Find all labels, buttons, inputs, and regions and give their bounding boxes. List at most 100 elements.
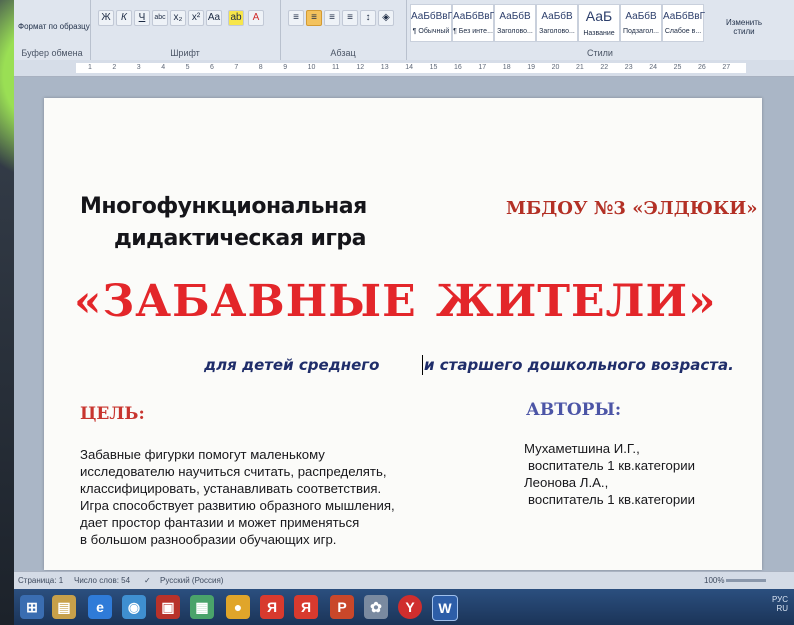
line-spacing-icon[interactable]: ↕ (360, 10, 376, 26)
style-no-spacing[interactable]: АаБбВвГ ¶ Без инте... (452, 4, 495, 42)
style-name: Заголово... (497, 28, 533, 35)
authors-text: Мухаметшина И.Г., воспитатель 1 кв.катег… (524, 440, 695, 508)
ruler-tick: 10 (307, 64, 316, 71)
title-line-2: дидактическая игра (114, 226, 367, 251)
yandex-icon[interactable]: Я (260, 595, 284, 619)
zoom-level[interactable]: 100% (704, 576, 724, 585)
status-word-count[interactable]: Число слов: 54 (74, 576, 130, 585)
align-left-icon[interactable]: ≡ (288, 10, 304, 26)
ruler-tick: 22 (600, 64, 609, 71)
ruler-tick: 5 (185, 64, 190, 71)
goal-line: исследователю научиться считать, распред… (80, 464, 387, 479)
ruler-tick: 7 (234, 64, 239, 71)
style-heading-2[interactable]: АаБбВ Заголово... (536, 4, 578, 42)
justify-icon[interactable]: ≡ (342, 10, 358, 26)
ruler-tick: 24 (649, 64, 657, 71)
ruler-tick: 21 (576, 64, 584, 71)
ruler-tick: 1 (88, 64, 92, 71)
language-icon[interactable]: ✓ (144, 576, 151, 585)
ruler-tick: 26 (698, 64, 706, 71)
yandex-app-icon[interactable]: Y (398, 595, 422, 619)
internet-explorer-icon[interactable]: e (88, 595, 112, 619)
font-group: Ж К Ч abc x₂ x² Aa ab A Шрифт (90, 0, 281, 60)
input-region: RU (776, 604, 788, 613)
goal-line: дает простор фантазии и может применятьс… (80, 515, 360, 530)
style-name: ¶ Обычный (412, 28, 450, 35)
subscript-button[interactable]: x₂ (170, 10, 186, 26)
underline-button[interactable]: Ч (134, 10, 150, 26)
style-name: Заголово... (539, 28, 575, 35)
status-page[interactable]: Страница: 1 (18, 576, 63, 585)
school-name: МБДОУ №3 «ЭЛДЮКИ» (506, 198, 758, 219)
ruler-tick: 6 (210, 64, 214, 71)
styles-group: АаБбВвГ ¶ Обычный АаБбВвГ ¶ Без инте... Аа… (406, 0, 794, 60)
shading-icon[interactable]: ◈ (378, 10, 394, 26)
ruler-tick: 8 (258, 64, 263, 71)
app-icon[interactable]: ▣ (156, 595, 180, 619)
align-center-icon[interactable]: ≡ (306, 10, 322, 26)
ruler-tick: 19 (527, 64, 535, 71)
change-case-button[interactable]: Aa (206, 10, 222, 26)
author-line: воспитатель 1 кв.категории (528, 458, 695, 473)
settings-icon[interactable]: ✿ (364, 595, 388, 619)
strikethrough-button[interactable]: abc (152, 10, 168, 26)
zoom-slider[interactable] (726, 579, 766, 582)
style-heading-1[interactable]: АаБбВ Заголово... (494, 4, 536, 42)
clipboard-group-label: Буфер обмена (21, 48, 83, 58)
author-line: Мухаметшина И.Г., (524, 441, 640, 456)
game-title-right: ЖИТЕЛИ» (436, 276, 717, 327)
goal-text: Забавные фигурки помогут маленькому иссл… (80, 446, 395, 548)
document-page[interactable]: Многофункциональная дидактическая игра М… (44, 98, 762, 570)
bold-button[interactable]: Ж (98, 10, 114, 26)
taskbar: ⊞ ▤ e ◉ ▣ ▦ ● Я Я P ✿ Y W РУС RU (14, 589, 794, 625)
italic-button[interactable]: К (116, 10, 132, 26)
word-icon[interactable]: W (432, 595, 458, 621)
style-subtitle[interactable]: АаБбВ Подзагол... (620, 4, 662, 42)
ruler-tick: 25 (673, 64, 682, 71)
style-title[interactable]: АаБ Название (578, 4, 620, 42)
ruler-tick: 11 (332, 64, 340, 71)
ruler-tick: 16 (454, 64, 462, 71)
ruler-tick: 14 (405, 64, 413, 71)
ruler-tick: 23 (624, 64, 633, 71)
ruler-tick: 4 (161, 64, 166, 71)
store-icon[interactable]: ▦ (190, 595, 214, 619)
chrome-icon[interactable]: ● (226, 595, 250, 619)
status-bar: Страница: 1 Число слов: 54 ✓ Русский (Ро… (14, 571, 794, 590)
style-normal[interactable]: АаБбВвГ ¶ Обычный (410, 4, 453, 42)
highlight-icon[interactable]: ab (228, 10, 244, 26)
author-line: воспитатель 1 кв.категории (528, 492, 695, 507)
start-icon[interactable]: ⊞ (20, 595, 44, 619)
status-language[interactable]: Русский (Россия) (160, 576, 223, 585)
authors-heading: АВТОРЫ: (526, 400, 622, 420)
style-sample: АаБ (585, 8, 613, 24)
goal-line: в большом разнообразии обучающих игр. (80, 532, 337, 547)
goal-line: Забавные фигурки помогут маленькому (80, 447, 325, 462)
superscript-button[interactable]: x² (188, 10, 204, 26)
yandex-browser-icon[interactable]: Я (294, 595, 318, 619)
ribbon: Формат по образцу Буфер обмена Ж К Ч abc… (14, 0, 794, 61)
goal-line: классифицировать, устанавливать соответс… (80, 481, 382, 496)
ruler-tick: 9 (283, 64, 288, 71)
goal-line: Игра способствует развитию образного мыш… (80, 498, 395, 513)
file-explorer-icon[interactable]: ▤ (52, 595, 76, 619)
style-name: Название (583, 30, 615, 37)
powerpoint-icon[interactable]: P (330, 595, 354, 619)
style-sample: АаБбВ (541, 11, 573, 22)
author-line: Леонова Л.А., (524, 475, 609, 490)
font-color-icon[interactable]: A (248, 10, 264, 26)
align-right-icon[interactable]: ≡ (324, 10, 340, 26)
font-group-label: Шрифт (170, 48, 200, 58)
input-language[interactable]: РУС (772, 595, 788, 604)
ruler-tick: 15 (429, 64, 438, 71)
style-subtle-emphasis[interactable]: АаБбВвГ Слабое в... (662, 4, 705, 42)
media-player-icon[interactable]: ◉ (122, 595, 146, 619)
style-name: Подзагол... (622, 28, 659, 35)
change-styles-button[interactable]: Изменить стили (724, 18, 764, 36)
format-painter-button[interactable]: Формат по образцу (18, 22, 90, 31)
goal-heading: ЦЕЛЬ: (80, 404, 145, 424)
horizontal-ruler[interactable]: 1 2 3 4 5 6 7 8 9 10 11 12 13 14 15 16 17 18 19 20 21 22 23 24 2… (14, 60, 794, 77)
system-tray[interactable]: РУС RU (772, 595, 788, 613)
style-name: Слабое в... (664, 28, 702, 35)
paragraph-group: ≡ ≡ ≡ ≡ ↕ ◈ Абзац (280, 0, 407, 60)
